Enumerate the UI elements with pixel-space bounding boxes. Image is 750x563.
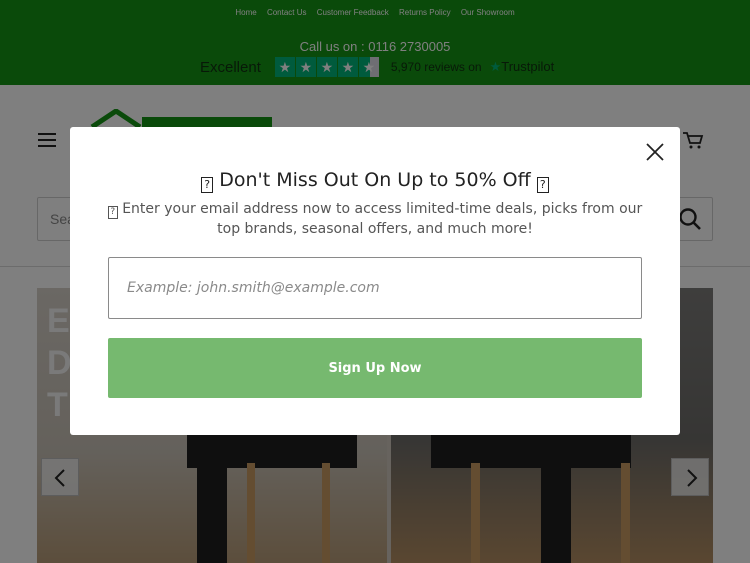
missing-glyph-icon: ? xyxy=(536,177,549,193)
modal-title: ? Don't Miss Out On Up to 50% Off ? xyxy=(70,169,680,193)
newsletter-modal: ? Don't Miss Out On Up to 50% Off ? ? En… xyxy=(70,127,680,435)
close-icon[interactable] xyxy=(644,141,666,163)
email-field[interactable] xyxy=(108,257,642,319)
missing-glyph-icon: ? xyxy=(107,206,118,219)
missing-glyph-icon: ? xyxy=(201,177,214,193)
modal-subtitle: ? Enter your email address now to access… xyxy=(106,199,644,239)
modal-subtitle-text: Enter your email address now to access l… xyxy=(122,201,643,237)
modal-title-text: Don't Miss Out On Up to 50% Off xyxy=(219,169,531,191)
sign-up-button[interactable]: Sign Up Now xyxy=(108,338,642,398)
